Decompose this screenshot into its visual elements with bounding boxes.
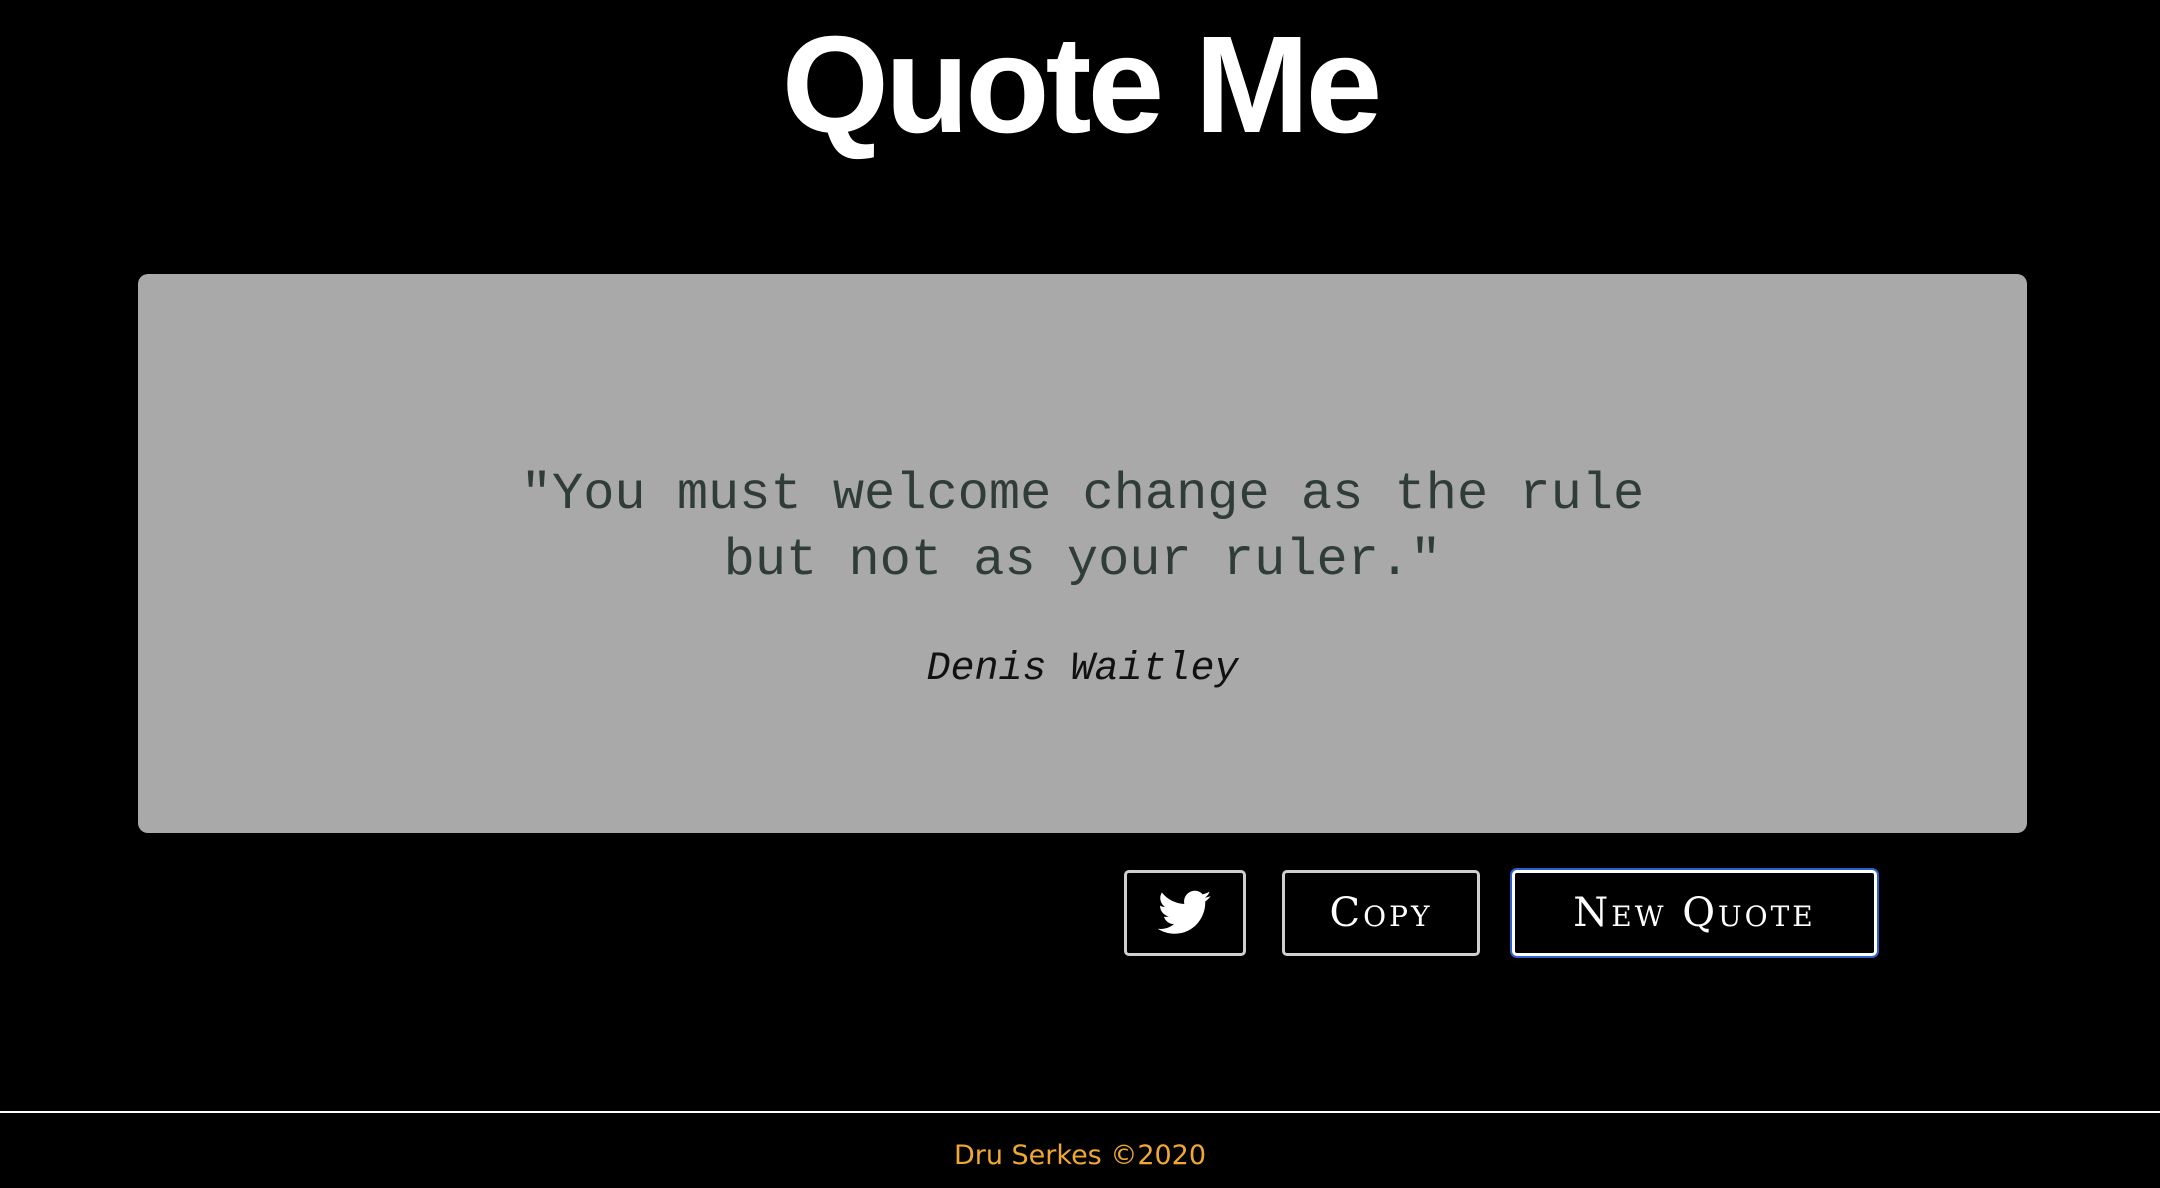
new-quote-button-label: New Quote xyxy=(1573,890,1816,936)
quote-author: Denis Waitley xyxy=(926,647,1239,692)
tweet-button[interactable] xyxy=(1124,870,1246,956)
new-quote-button[interactable]: New Quote xyxy=(1512,870,1877,956)
footer-divider xyxy=(0,1111,2160,1113)
twitter-bird-icon xyxy=(1158,890,1212,934)
quote-card: "You must welcome change as the rule but… xyxy=(138,274,2027,833)
page-title: Quote Me xyxy=(781,8,1383,162)
copy-button[interactable]: Copy xyxy=(1282,870,1480,956)
copy-button-label: Copy xyxy=(1329,890,1433,936)
quote-text: "You must welcome change as the rule but… xyxy=(520,465,1645,590)
footer-credit: Dru Serkes ©2020 xyxy=(953,1140,1207,1171)
